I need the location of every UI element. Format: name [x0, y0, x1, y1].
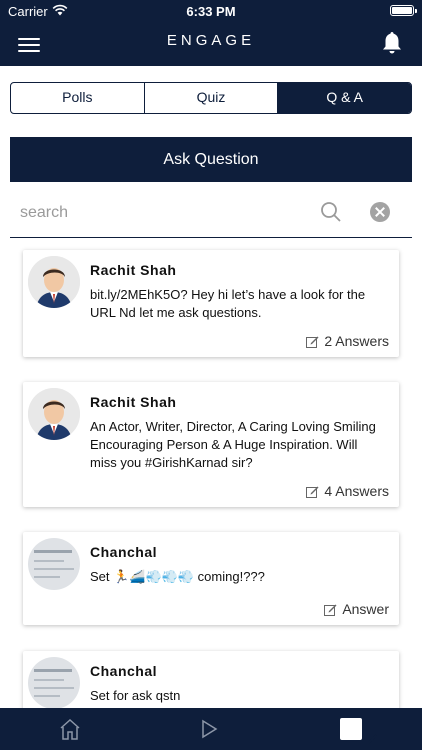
- avatar: [28, 657, 80, 708]
- status-time: 6:33 PM: [186, 4, 236, 19]
- question-text: Set for ask qstn: [90, 688, 181, 703]
- answers-link[interactable]: 2 Answers: [306, 333, 389, 349]
- question-card[interactable]: Rachit Shah bit.ly/2MEhK5O? Hey hi let’s…: [23, 250, 399, 357]
- author-name: Rachit Shah: [90, 262, 177, 278]
- question-text: An Actor, Writer, Director, A Caring Lov…: [90, 419, 376, 470]
- play-icon: [202, 719, 218, 739]
- avatar: [28, 538, 80, 590]
- question-card[interactable]: Chanchal Set 🏃🚄💨💨💨 coming!??? Answer: [23, 532, 399, 625]
- answers-count: 2 Answers: [324, 333, 389, 349]
- bottom-tab-bar: [0, 708, 422, 750]
- bell-icon[interactable]: [380, 30, 404, 56]
- question-card[interactable]: Chanchal Set for ask qstn: [23, 651, 399, 708]
- edit-icon: [306, 486, 319, 498]
- author-name: Rachit Shah: [90, 394, 177, 410]
- answers-link[interactable]: 4 Answers: [306, 483, 389, 499]
- tab-quiz[interactable]: Quiz: [145, 83, 279, 113]
- tab-play[interactable]: [180, 708, 240, 750]
- answers-link[interactable]: Answer: [324, 601, 389, 617]
- search-bar: [10, 190, 412, 238]
- edit-icon: [324, 604, 337, 616]
- question-list: Rachit Shah bit.ly/2MEhK5O? Hey hi let’s…: [0, 238, 422, 708]
- question-text: Set 🏃🚄💨💨💨 coming!???: [90, 569, 265, 584]
- question-text: bit.ly/2MEhK5O? Hey hi let’s have a look…: [90, 287, 366, 320]
- search-icon[interactable]: [320, 201, 342, 223]
- avatar: [28, 388, 80, 440]
- nav-bar: ENGAGE: [0, 24, 422, 66]
- segmented-control: Polls Quiz Q & A: [10, 82, 412, 114]
- question-card[interactable]: Rachit Shah An Actor, Writer, Director, …: [23, 382, 399, 507]
- edit-icon: [306, 336, 319, 348]
- page-title: ENGAGE: [166, 32, 256, 49]
- tab-polls[interactable]: Polls: [11, 83, 145, 113]
- battery-icon: [390, 5, 417, 16]
- app-header: Carrier 6:33 PM ENGAGE: [0, 0, 422, 66]
- status-bar: Carrier 6:33 PM: [0, 0, 422, 24]
- check-icon: [340, 718, 377, 745]
- tab-qa-check[interactable]: [320, 708, 380, 750]
- home-icon: [60, 718, 80, 740]
- answers-count: 4 Answers: [324, 483, 389, 499]
- search-input[interactable]: [20, 200, 300, 226]
- tab-home[interactable]: [40, 708, 100, 750]
- ask-question-button[interactable]: Ask Question: [10, 137, 412, 182]
- tab-qa[interactable]: Q & A: [278, 83, 411, 113]
- author-name: Chanchal: [90, 544, 158, 560]
- author-name: Chanchal: [90, 663, 158, 679]
- clear-icon[interactable]: [370, 202, 390, 222]
- avatar: [28, 256, 80, 308]
- answers-count: Answer: [342, 601, 389, 617]
